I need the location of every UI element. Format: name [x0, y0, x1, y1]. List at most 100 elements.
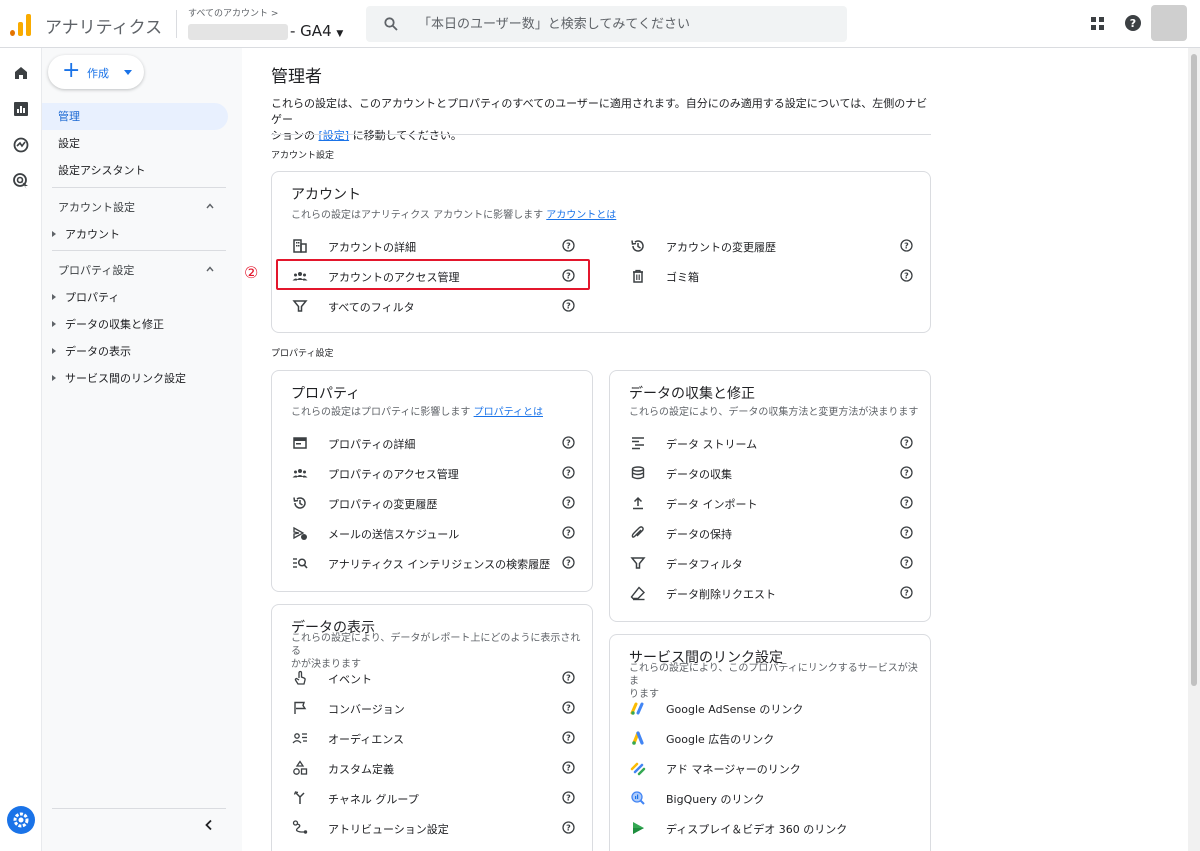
- property-access-management-row[interactable]: プロパティのアクセス管理 ?: [292, 461, 582, 485]
- apps-grid-icon[interactable]: [1091, 17, 1104, 30]
- settings-link[interactable]: [設定]: [319, 129, 350, 142]
- sidebar-item-label: アカウント: [65, 228, 120, 241]
- attribution-settings-row[interactable]: アトリビューション設定 ?: [292, 816, 582, 840]
- data-filters-row[interactable]: データフィルタ ?: [630, 551, 920, 575]
- sidebar-item-property[interactable]: プロパティ: [52, 289, 119, 305]
- help-icon[interactable]: ?: [900, 586, 913, 599]
- help-icon[interactable]: ?: [900, 496, 913, 509]
- sidebar-item-setup-assistant[interactable]: 設定アシスタント: [42, 157, 228, 184]
- chevron-left-icon[interactable]: [202, 818, 216, 832]
- events-row[interactable]: イベント ?: [292, 666, 582, 690]
- row-label: アカウントの変更履歴: [666, 241, 776, 254]
- svg-text:?: ?: [566, 302, 571, 311]
- avatar[interactable]: [1151, 5, 1187, 41]
- data-display-card: データの表示 これらの設定により、データがレポート上にどのように表示される かが決…: [271, 604, 593, 851]
- data-retention-row[interactable]: データの保持 ?: [630, 521, 920, 545]
- property-details-row[interactable]: プロパティの詳細 ?: [292, 431, 582, 455]
- property-selector[interactable]: - GA4 ▼: [290, 22, 343, 40]
- help-icon[interactable]: ?: [562, 496, 575, 509]
- help-icon[interactable]: ?: [562, 466, 575, 479]
- channel-groups-row[interactable]: チャネル グループ ?: [292, 786, 582, 810]
- data-import-row[interactable]: データ インポート ?: [630, 491, 920, 515]
- help-icon[interactable]: ?: [900, 436, 913, 449]
- data-collection-row[interactable]: データの収集 ?: [630, 461, 920, 485]
- ad-manager-links-row[interactable]: アド マネージャーのリンク: [630, 756, 920, 780]
- bigquery-links-row[interactable]: BigQuery のリンク: [630, 786, 920, 810]
- history-icon: [631, 240, 644, 252]
- data-streams-row[interactable]: データ ストリーム ?: [630, 431, 920, 455]
- home-icon[interactable]: [12, 64, 30, 82]
- scrollbar[interactable]: [1188, 48, 1200, 851]
- property-change-history-row[interactable]: プロパティの変更履歴 ?: [292, 491, 582, 515]
- data-deletion-requests-row[interactable]: データ削除リクエスト ?: [630, 581, 920, 605]
- help-icon[interactable]: ?: [562, 731, 575, 744]
- help-icon[interactable]: ?: [1124, 14, 1142, 32]
- card-title: アカウント: [291, 187, 361, 203]
- help-icon[interactable]: ?: [900, 526, 913, 539]
- email-schedule-row[interactable]: メールの送信スケジュール ?: [292, 521, 582, 545]
- database-icon: [631, 466, 645, 480]
- help-icon[interactable]: ?: [562, 526, 575, 539]
- sidebar-group-property[interactable]: プロパティ設定: [58, 262, 134, 278]
- sidebar-item-account[interactable]: アカウント: [52, 226, 120, 242]
- help-icon[interactable]: ?: [562, 671, 575, 684]
- help-icon[interactable]: ?: [562, 821, 575, 834]
- sidebar-group-account[interactable]: アカウント設定: [58, 199, 135, 215]
- google-ads-links-row[interactable]: Google 広告のリンク: [630, 726, 920, 750]
- scrollbar-thumb[interactable]: [1191, 54, 1197, 686]
- chevron-up-icon[interactable]: [206, 265, 214, 273]
- account-change-history-row[interactable]: アカウントの変更履歴 ?: [630, 234, 920, 258]
- trash-row[interactable]: ゴミ箱 ?: [630, 264, 920, 288]
- help-icon[interactable]: ?: [562, 701, 575, 714]
- sidebar-item-data-collection[interactable]: データの収集と修正: [52, 316, 164, 332]
- caret-right-icon: [52, 348, 56, 354]
- search-bar[interactable]: [366, 6, 847, 42]
- property-card: プロパティ これらの設定はプロパティに影響します プロパティとは プロパティの詳…: [271, 370, 593, 592]
- help-icon[interactable]: ?: [900, 556, 913, 569]
- account-breadcrumb[interactable]: すべてのアカウント >: [188, 6, 278, 19]
- account-help-link[interactable]: アカウントとは: [546, 210, 616, 221]
- custom-definitions-row[interactable]: カスタム定義 ?: [292, 756, 582, 780]
- help-icon[interactable]: ?: [562, 436, 575, 449]
- advertising-icon[interactable]: [12, 172, 30, 190]
- row-label: オーディエンス: [328, 733, 405, 746]
- adsense-links-row[interactable]: Google AdSense のリンク: [630, 696, 920, 720]
- help-icon[interactable]: ?: [900, 466, 913, 479]
- annotation-step-marker: ②: [244, 263, 259, 282]
- admin-gear-icon[interactable]: [7, 806, 35, 834]
- page-title: 管理者: [271, 67, 322, 87]
- account-section-label: アカウント設定: [271, 151, 335, 161]
- help-icon[interactable]: ?: [562, 299, 575, 312]
- property-help-link[interactable]: プロパティとは: [474, 407, 543, 418]
- row-label: ディスプレイ＆ビデオ 360 のリンク: [666, 823, 848, 836]
- explore-icon[interactable]: [12, 136, 30, 154]
- create-button[interactable]: + 作成: [48, 55, 144, 89]
- row-label: プロパティの詳細: [328, 438, 416, 451]
- help-icon[interactable]: ?: [562, 239, 575, 252]
- description-line-2b: に移動してください。: [349, 129, 462, 142]
- all-filters-row[interactable]: すべてのフィルタ ?: [292, 294, 582, 318]
- chevron-up-icon[interactable]: [206, 202, 214, 210]
- google-ads-icon: [632, 731, 644, 745]
- intelligence-search-history-row[interactable]: アナリティクス インテリジェンスの検索履歴 ?: [292, 551, 582, 575]
- analytics-logo-icon[interactable]: [10, 12, 32, 36]
- reports-icon[interactable]: [12, 100, 30, 118]
- account-card: アカウント これらの設定はアナリティクス アカウントに影響します アカウントとは…: [271, 171, 931, 333]
- help-icon[interactable]: ?: [900, 239, 913, 252]
- audiences-row[interactable]: オーディエンス ?: [292, 726, 582, 750]
- description-line-2a: ションの: [271, 129, 319, 142]
- help-icon[interactable]: ?: [562, 791, 575, 804]
- svg-text:?: ?: [566, 824, 571, 833]
- account-details-row[interactable]: アカウントの詳細 ?: [292, 234, 582, 258]
- sidebar-item-admin[interactable]: 管理: [42, 103, 228, 130]
- conversions-row[interactable]: コンバージョン ?: [292, 696, 582, 720]
- help-icon[interactable]: ?: [900, 269, 913, 282]
- search-input[interactable]: [418, 12, 828, 36]
- help-icon[interactable]: ?: [562, 761, 575, 774]
- sidebar-item-product-links[interactable]: サービス間のリンク設定: [52, 370, 186, 386]
- dv360-links-row[interactable]: ディスプレイ＆ビデオ 360 のリンク: [630, 816, 920, 840]
- sidebar-item-data-display[interactable]: データの表示: [52, 343, 131, 359]
- row-label: ゴミ箱: [666, 271, 699, 284]
- help-icon[interactable]: ?: [562, 556, 575, 569]
- sidebar-item-settings[interactable]: 設定: [42, 130, 228, 157]
